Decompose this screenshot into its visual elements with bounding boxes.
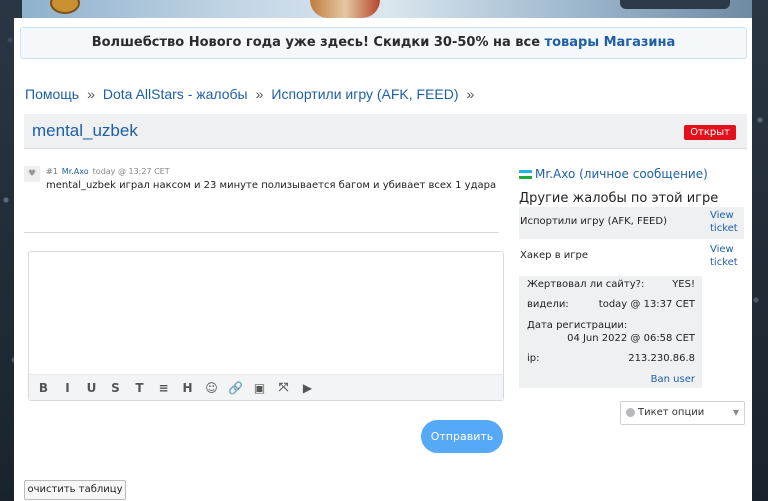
banner-nav-strip — [620, 0, 730, 9]
promo-banner: Волшебство Нового года уже здесь! Скидки… — [20, 27, 747, 59]
clear-format-icon[interactable]: T — [131, 381, 148, 395]
divider — [24, 232, 499, 233]
breadcrumb-ruined-game[interactable]: Испортили игру (AFK, FEED) — [271, 86, 458, 102]
seen-row: видели: today @ 13:37 CET — [527, 299, 697, 310]
banner-hero-art — [310, 0, 380, 18]
ticket-title: mental_uzbek — [32, 121, 138, 140]
breadcrumb-dota-complaints[interactable]: Dota AllStars - жалобы — [103, 86, 248, 102]
strikethrough-icon[interactable]: S — [107, 381, 124, 395]
ip-row: ip: 213.230.86.8 — [527, 353, 697, 364]
other-complaints-heading: Другие жалобы по этой игре — [519, 191, 719, 206]
reg-value: 04 Jun 2022 @ 06:58 CET — [567, 333, 695, 344]
breadcrumb-separator: » — [466, 86, 475, 102]
post-author-link[interactable]: Mr.Axo — [62, 167, 89, 176]
breadcrumb-help[interactable]: Помощь — [25, 86, 79, 102]
breadcrumb-separator: » — [255, 86, 264, 102]
ban-user-link[interactable]: Ban user — [651, 374, 695, 385]
italic-icon[interactable]: I — [59, 381, 76, 395]
user-pm-link[interactable]: Mr.Axo (личное сообщение) — [519, 167, 708, 181]
main-content: Волшебство Нового года уже здесь! Скидки… — [14, 18, 752, 501]
donated-label: Жертвовал ли сайту?: — [527, 279, 645, 290]
chevron-down-icon: ▼ — [732, 408, 739, 417]
seen-label: видели: — [527, 299, 569, 310]
complaint-label: Хакер в игре — [520, 250, 589, 261]
promo-text: Волшебство Нового года уже здесь! Скидки… — [91, 35, 545, 50]
background-right — [752, 0, 768, 501]
status-badge: Открыт — [684, 125, 736, 140]
list-item: Испортили игру (AFK, FEED) View ticket — [519, 207, 744, 239]
post-meta: #1 Mr.Axo today @ 13:27 CET — [46, 167, 170, 176]
underline-icon[interactable]: U — [83, 381, 100, 395]
promo-shop-link[interactable]: товары Магазина — [545, 35, 676, 50]
view-ticket-link[interactable]: View ticket — [710, 209, 744, 235]
donated-row: Жертвовал ли сайту?: YES! — [527, 279, 697, 290]
reg-label: Дата регистрации: — [527, 320, 628, 331]
user-info-box: Жертвовал ли сайту?: YES! видели: today … — [519, 276, 702, 388]
post-time: today @ 13:27 CET — [92, 167, 170, 176]
view-ticket-link[interactable]: View ticket — [710, 243, 744, 269]
submit-button[interactable]: Отправить — [421, 420, 503, 453]
ip-label: ip: — [527, 353, 540, 364]
bold-icon[interactable]: B — [35, 381, 52, 395]
reply-editor: B I U S T ≡ H ☺ 🔗 ▣ ⤧ ▶ — [28, 251, 504, 401]
reg-row: Дата регистрации: — [527, 320, 697, 331]
spoiler-icon[interactable]: ⤧ — [275, 380, 292, 395]
breadcrumb-separator: » — [87, 86, 95, 102]
ticket-options-label: Тикет опции — [638, 407, 705, 418]
emoji-icon[interactable]: ☺ — [203, 381, 220, 395]
clear-table-button[interactable]: очистить таблицу — [24, 480, 126, 500]
heading-icon[interactable]: H — [179, 381, 196, 395]
ip-value: 213.230.86.8 — [628, 353, 695, 364]
seen-value: today @ 13:37 CET — [598, 299, 695, 310]
post-text: mental_uzbek играл наксом и 23 минуте по… — [46, 180, 497, 191]
list-icon[interactable]: ≡ — [155, 381, 172, 395]
ticket-header: mental_uzbek Открыт — [24, 114, 747, 149]
reply-textarea[interactable] — [31, 254, 501, 372]
link-icon[interactable]: 🔗 — [227, 381, 244, 395]
uzbekistan-flag-icon — [519, 170, 532, 179]
avatar[interactable]: ♥ — [24, 166, 40, 182]
list-item: Хакер в игре View ticket — [519, 241, 744, 273]
user-pm-label[interactable]: Mr.Axo (личное сообщение) — [535, 167, 708, 181]
image-icon[interactable]: ▣ — [251, 381, 268, 395]
complaint-label: Испортили игру (AFK, FEED) — [520, 216, 667, 227]
breadcrumb: Помощь » Dota AllStars - жалобы » Испортили … — [25, 86, 482, 102]
video-icon[interactable]: ▶ — [299, 381, 316, 395]
gear-icon — [626, 407, 635, 417]
donated-value: YES! — [672, 279, 695, 290]
post-number: #1 — [46, 167, 58, 176]
ticket-options-select[interactable]: Тикет опции ▼ — [620, 401, 745, 425]
editor-toolbar: B I U S T ≡ H ☺ 🔗 ▣ ⤧ ▶ — [29, 374, 503, 400]
